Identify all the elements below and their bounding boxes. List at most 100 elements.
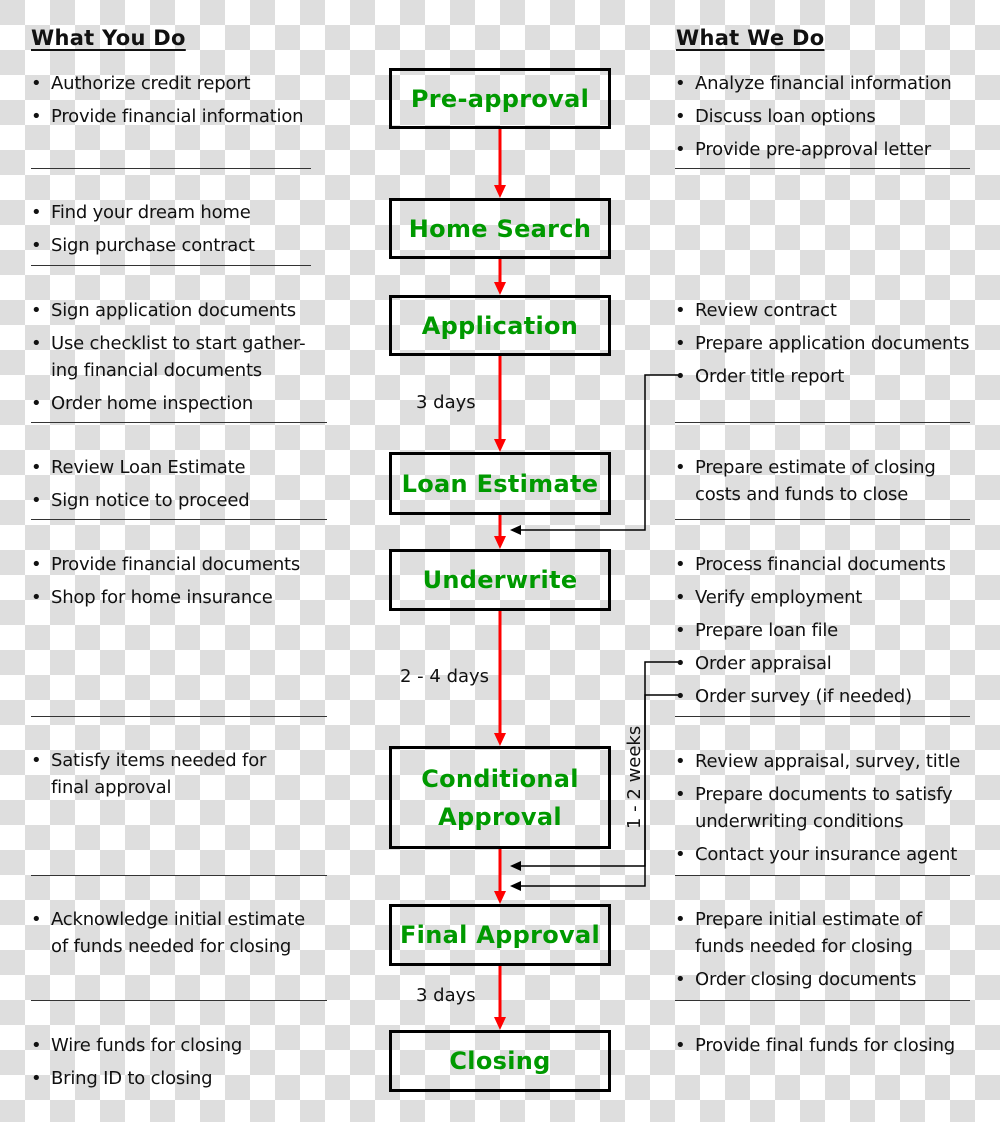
step-label: Home Search bbox=[408, 214, 592, 243]
you-do-item-text: Authorize credit report bbox=[51, 73, 251, 94]
you-do-item-text: Sign notice to proceed bbox=[51, 490, 250, 511]
you-do-item-text: Sign purchase contract bbox=[51, 235, 255, 256]
bullet-icon: • bbox=[31, 554, 42, 575]
we-do-item-text: Review appraisal, survey, title bbox=[695, 751, 961, 772]
bullet-icon: • bbox=[31, 909, 42, 930]
section-divider bbox=[31, 716, 327, 717]
bullet-icon: • bbox=[675, 366, 686, 387]
section-divider bbox=[31, 265, 311, 266]
we-do-item-text: Process financial documents bbox=[695, 554, 946, 575]
bullet-icon: • bbox=[31, 235, 42, 256]
bullet-icon: • bbox=[31, 300, 42, 321]
you-do-item-text: Provide financial information bbox=[51, 106, 304, 127]
we-do-item-text: Review contract bbox=[695, 300, 837, 321]
section-divider bbox=[31, 422, 327, 423]
bullet-icon: • bbox=[675, 784, 686, 805]
section-divider bbox=[675, 519, 970, 520]
connector-arrowhead-icon bbox=[510, 525, 521, 535]
duration-label: 3 days bbox=[416, 392, 476, 413]
step-label: Pre-approval bbox=[410, 84, 590, 113]
section-divider bbox=[675, 168, 970, 169]
you-do-item-text: Satisfy items needed for final approval bbox=[51, 750, 267, 798]
bullet-icon: • bbox=[675, 751, 686, 772]
step-label: Underwrite bbox=[422, 566, 578, 594]
step-loan-estimate: Loan Estimate bbox=[389, 452, 611, 515]
section-divider bbox=[31, 168, 311, 169]
step-conditional-approval: Conditional Approval bbox=[389, 746, 611, 849]
bullet-icon: • bbox=[31, 490, 42, 511]
bullet-icon: • bbox=[31, 202, 42, 223]
bullet-icon: • bbox=[31, 457, 42, 478]
we-do-item-text: Prepare initial estimate of funds needed… bbox=[695, 909, 922, 957]
section-divider bbox=[675, 875, 970, 876]
we-do-item-text: Prepare application documents bbox=[695, 333, 970, 354]
we-do-item-text: Order appraisal bbox=[695, 653, 832, 674]
you-do-item-text: Order home inspection bbox=[51, 393, 254, 414]
bullet-icon: • bbox=[31, 1068, 42, 1089]
you-do-item-text: Shop for home insurance bbox=[51, 587, 273, 608]
step-final-approval: Final Approval bbox=[389, 904, 611, 966]
bullet-icon: • bbox=[675, 1035, 686, 1056]
we-do-item-text: Analyze financial information bbox=[695, 73, 952, 94]
step-closing: Closing bbox=[389, 1030, 611, 1092]
we-do-item-text: Provide pre-approval letter bbox=[695, 139, 932, 160]
connector-arrowhead-icon bbox=[510, 881, 521, 891]
bullet-icon: • bbox=[675, 106, 686, 127]
you-do-item-text: Bring ID to closing bbox=[51, 1068, 213, 1089]
bullet-icon: • bbox=[675, 300, 686, 321]
flow-arrowhead-icon bbox=[494, 282, 506, 295]
bullet-icon: • bbox=[675, 844, 686, 865]
step-underwrite: Underwrite bbox=[389, 549, 611, 611]
bullet-icon: • bbox=[675, 333, 686, 354]
bullet-icon: • bbox=[675, 969, 686, 990]
step-label: Loan Estimate bbox=[401, 469, 599, 498]
duration-label-rotated: 1 - 2 weeks bbox=[624, 725, 645, 829]
bullet-icon: • bbox=[675, 620, 686, 641]
we-do-item-text: Contact your insurance agent bbox=[695, 844, 958, 865]
bullet-icon: • bbox=[675, 686, 686, 707]
we-do-item-text: Order survey (if needed) bbox=[695, 686, 912, 707]
you-do-item-text: Use checklist to start gather- ing finan… bbox=[51, 333, 306, 381]
duration-label: 3 days bbox=[416, 985, 476, 1006]
bullet-icon: • bbox=[31, 73, 42, 94]
bullet-icon: • bbox=[675, 457, 686, 478]
you-do-item-text: Sign application documents bbox=[51, 300, 296, 321]
step-pre-approval: Pre-approval bbox=[389, 68, 611, 129]
we-do-item-text: Discuss loan options bbox=[695, 106, 876, 127]
we-do-item-text: Prepare loan file bbox=[695, 620, 839, 641]
bullet-icon: • bbox=[675, 587, 686, 608]
step-label: Final Approval bbox=[399, 921, 600, 949]
flow-arrowhead-icon bbox=[494, 733, 506, 746]
you-do-item-text: Acknowledge initial estimate of funds ne… bbox=[51, 909, 306, 957]
step-label: Closing bbox=[449, 1047, 551, 1075]
bullet-icon: • bbox=[675, 909, 686, 930]
bullet-icon: • bbox=[31, 333, 42, 354]
you-do-item-text: Find your dream home bbox=[51, 202, 251, 223]
step-home-search: Home Search bbox=[389, 198, 611, 259]
flow-arrowhead-icon bbox=[494, 891, 506, 904]
bullet-icon: • bbox=[31, 106, 42, 127]
we-do-item-text: Verify employment bbox=[695, 587, 863, 608]
you-do-item-text: Wire funds for closing bbox=[51, 1035, 243, 1056]
bullet-icon: • bbox=[675, 653, 686, 674]
bullet-icon: • bbox=[31, 393, 42, 414]
we-do-item-text: Prepare estimate of closing costs and fu… bbox=[695, 457, 936, 505]
step-application: Application bbox=[389, 295, 611, 356]
bullet-icon: • bbox=[31, 1035, 42, 1056]
we-do-item-text: Order closing documents bbox=[695, 969, 917, 990]
bullet-icon: • bbox=[31, 750, 42, 771]
bullet-icon: • bbox=[675, 139, 686, 160]
connector-arrowhead-icon bbox=[510, 861, 521, 871]
section-divider bbox=[31, 1000, 327, 1001]
bullet-icon: • bbox=[675, 73, 686, 94]
section-divider bbox=[31, 875, 327, 876]
flow-arrowhead-icon bbox=[494, 439, 506, 452]
section-divider bbox=[675, 1000, 970, 1001]
we-do-item-text: Prepare documents to satisfy underwritin… bbox=[695, 784, 953, 832]
flow-arrowhead-icon bbox=[494, 185, 506, 198]
step-label: Conditional Approval bbox=[421, 764, 579, 831]
flow-arrowhead-icon bbox=[494, 1017, 506, 1030]
we-do-item-text: Order title report bbox=[695, 366, 845, 387]
section-divider bbox=[31, 519, 327, 520]
step-label: Application bbox=[421, 311, 579, 340]
